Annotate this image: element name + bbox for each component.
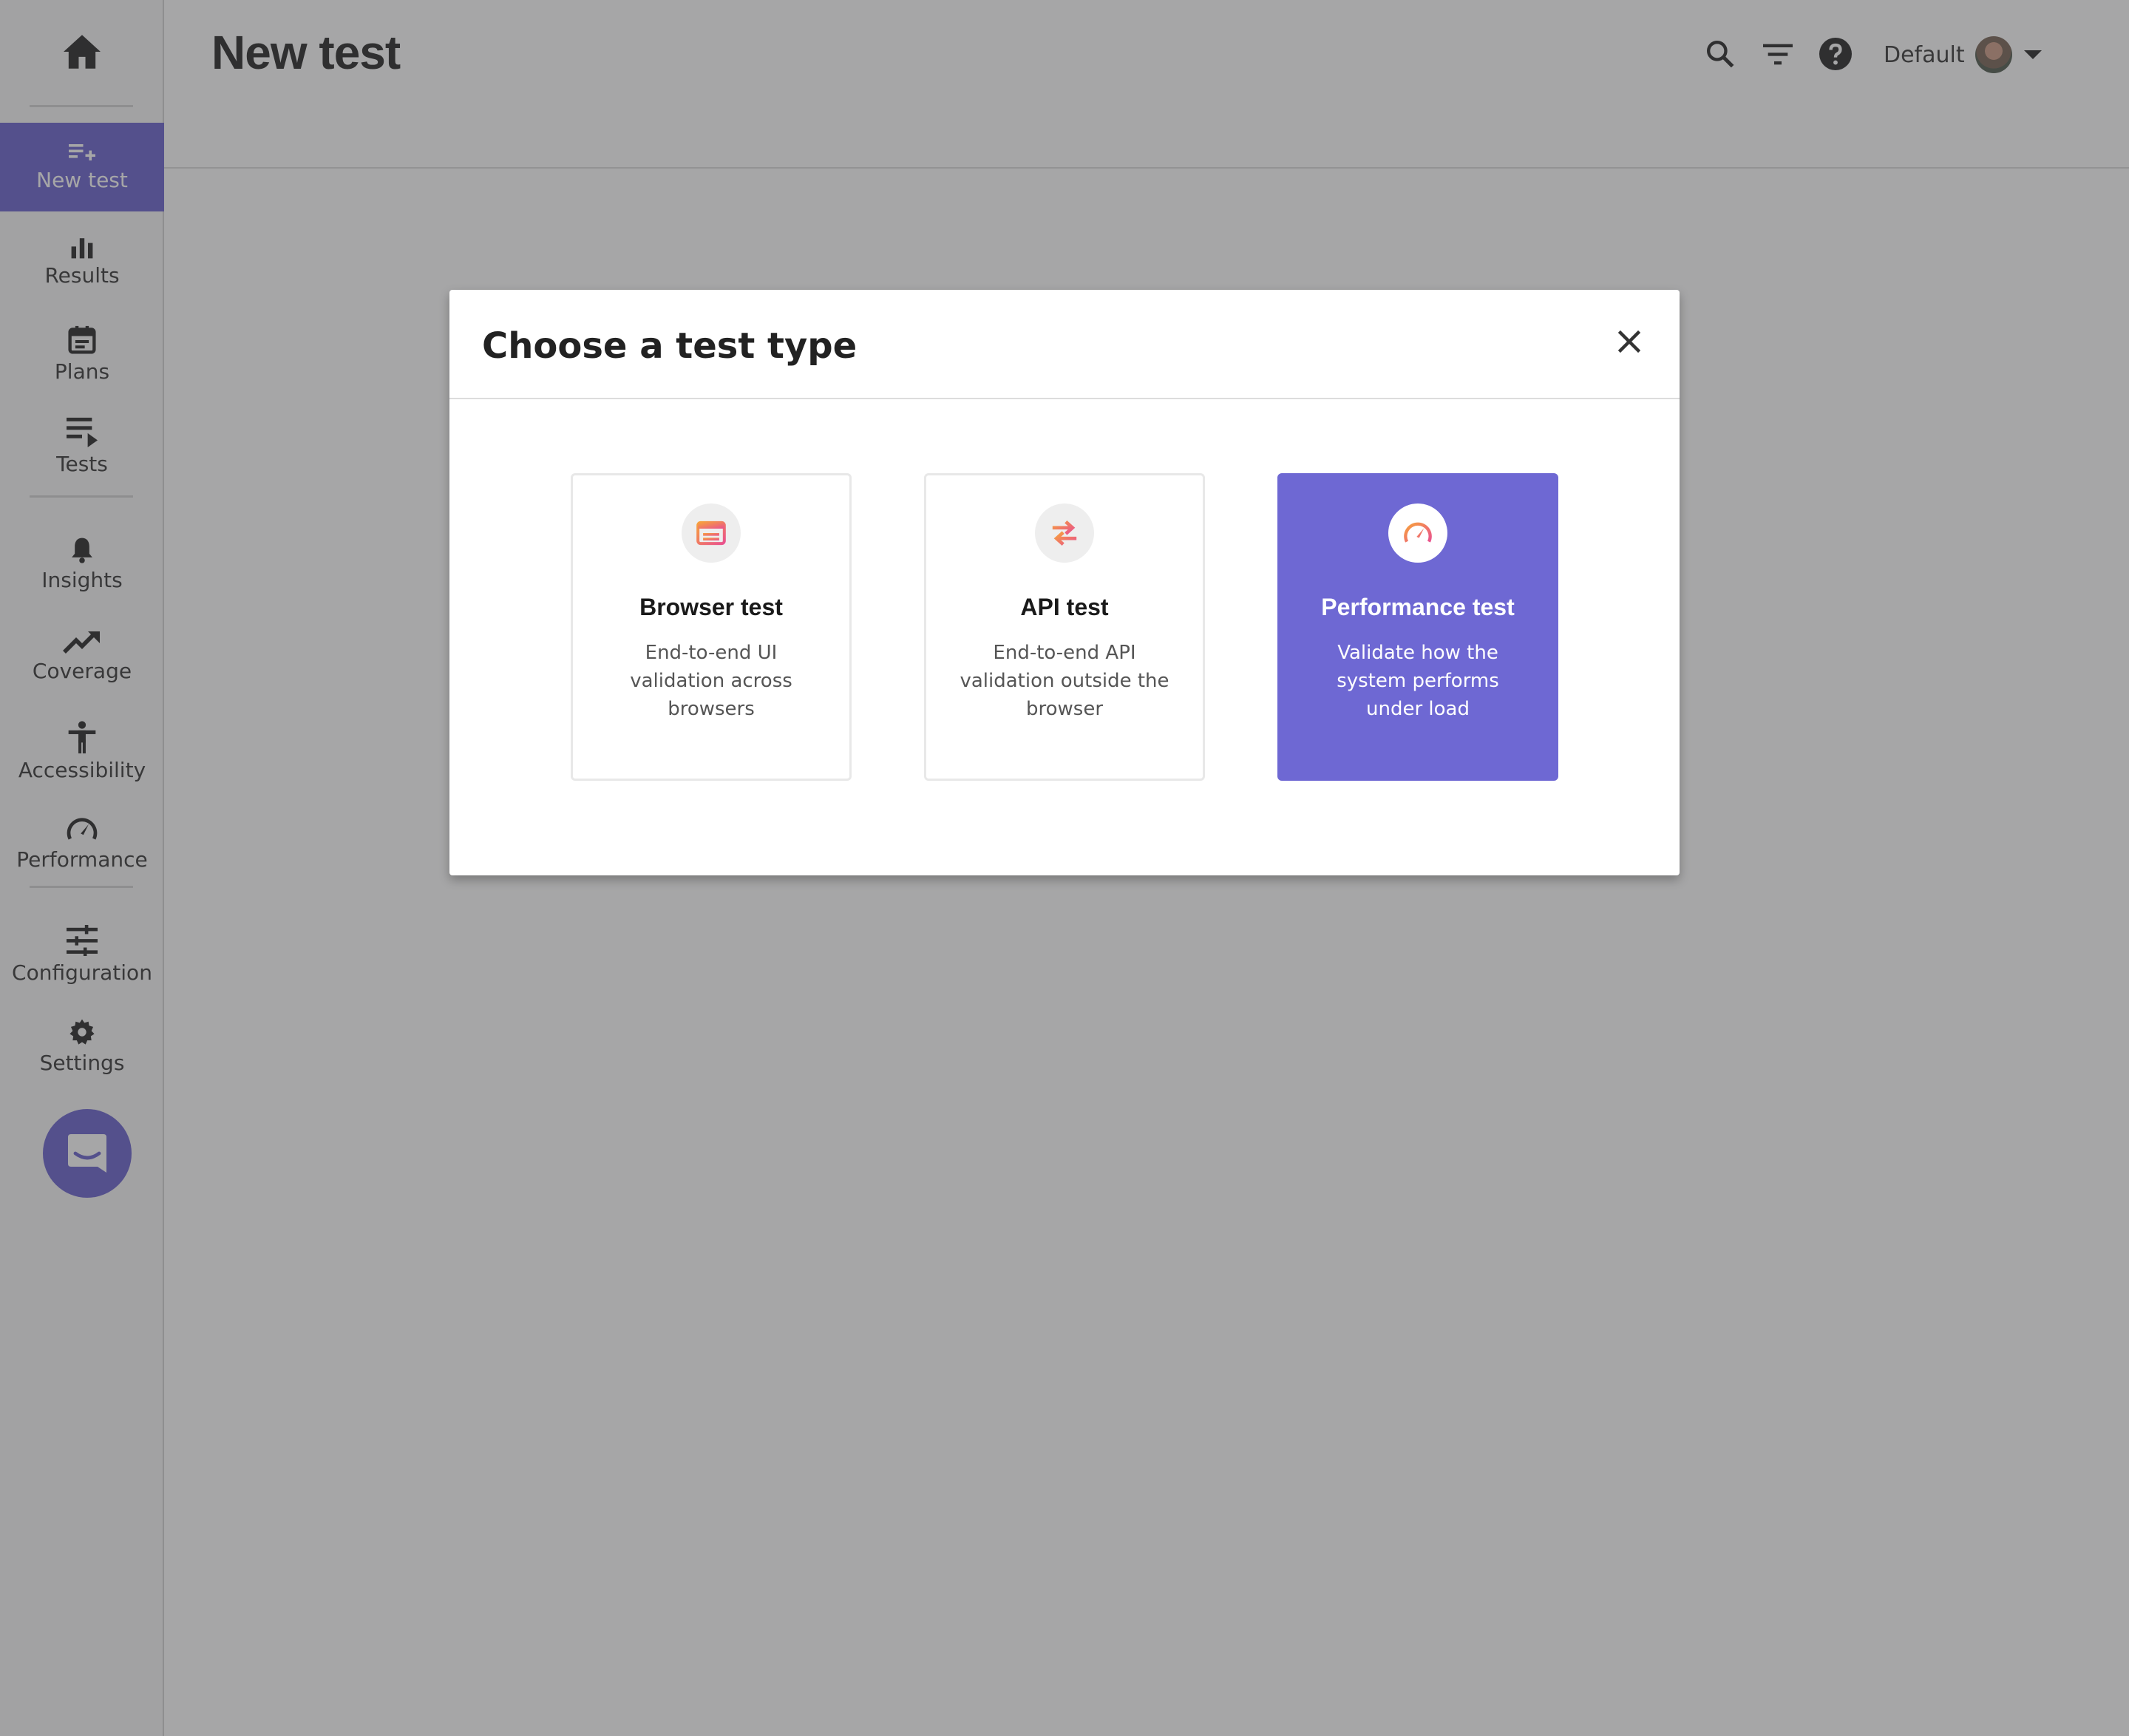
speedometer-icon: [1404, 522, 1432, 543]
close-icon: [1617, 330, 1641, 353]
test-type-dialog: Choose a test type Browser test End-to-e…: [449, 290, 1680, 875]
option-browser-test[interactable]: Browser test End-to-end UI validation ac…: [571, 473, 852, 781]
option-description: Validate how the system performs under l…: [1337, 642, 1499, 720]
swap-arrows-icon-wrap: [1035, 503, 1094, 563]
option-api-test[interactable]: API test End-to-end API validation outsi…: [924, 473, 1205, 781]
dialog-header: Choose a test type: [449, 290, 1680, 399]
swap-arrows-icon: [1052, 520, 1077, 546]
option-description: End-to-end API validation outside the br…: [960, 642, 1169, 720]
option-title: Browser test: [639, 594, 783, 620]
browser-window-icon-wrap: [682, 503, 741, 563]
dialog-title: Choose a test type: [482, 325, 858, 367]
option-performance-test[interactable]: Performance test Validate how the system…: [1277, 473, 1558, 781]
speedometer-icon-wrap: [1388, 503, 1447, 563]
option-title: Performance test: [1321, 594, 1515, 620]
close-button[interactable]: [1609, 321, 1650, 362]
browser-window-icon: [696, 521, 726, 546]
option-title: API test: [1020, 594, 1109, 620]
app-root: New test Results Plans Tests: [0, 0, 2129, 1736]
option-description: End-to-end UI validation across browsers: [630, 642, 792, 720]
